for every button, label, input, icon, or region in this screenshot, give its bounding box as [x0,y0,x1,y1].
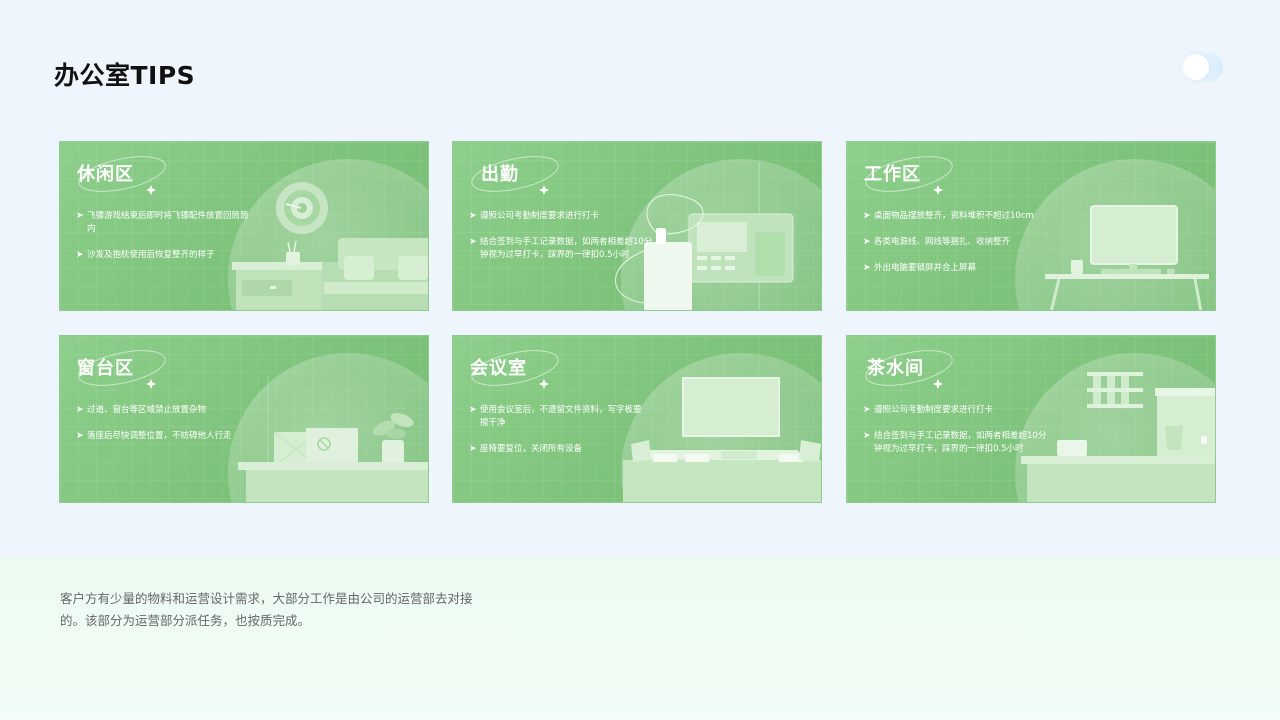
chevron-right-icon: ➤ [469,211,477,221]
tip-text: 遵照公司考勤制度要求进行打卡 [480,211,600,221]
keyboard-icon [1101,269,1161,274]
tissue-box-icon [1057,440,1087,456]
whiteboard-icon [682,377,780,437]
tip-list: ➤ 过道、窗台等区域禁止放置杂物 ➤ 落座后尽快调整位置，不妨碍他人行走 [76,404,260,456]
chevron-right-icon: ➤ [863,237,871,247]
tips-card-grid: 休闲区 ➤ 飞镖游戏结束后即时将飞镖配件放置回筒筒内 ➤ 沙发及抱枕使用后恢复整齐的… [0,0,1280,560]
list-item: ➤ 遵照公司考勤制度要求进行打卡 [863,404,1047,417]
chevron-right-icon: ➤ [76,211,84,221]
desk-icon [1045,274,1209,310]
chair-icon [799,440,821,462]
card-lounge: 休闲区 ➤ 飞镖游戏结束后即时将飞镖配件放置回筒筒内 ➤ 沙发及抱枕使用后恢复整齐的… [59,141,429,311]
list-item: ➤ 外出电脑要锁屏并合上屏幕 [863,262,1063,275]
card-title: 会议室 [470,358,527,379]
chevron-right-icon: ➤ [76,405,84,415]
list-item: ➤ 飞镖游戏结束后即时将飞镖配件放置回筒筒内 [76,210,256,236]
monitor-icon [1090,205,1178,276]
footer-band [0,557,1280,720]
tip-list: ➤ 使用会议室后，不遗留文件资料，写字板要擦干净 ➤ 座椅要复位，关闭所有设备 [469,404,649,469]
tip-text: 结合签到与手工记录数据，如两者相差超10分钟视为过早打卡，踩界的一律扣0.5小时 [874,431,1047,454]
tip-text: 沙发及抱枕使用后恢复整齐的样子 [87,250,215,260]
chevron-right-icon: ➤ [76,431,84,441]
chevron-right-icon: ➤ [863,405,871,415]
list-item: ➤ 沙发及抱枕使用后恢复整齐的样子 [76,249,256,262]
coffee-machine-icon [1155,388,1215,462]
card-workspace: 工作区 ➤ 桌面物品摆放整齐，资料堆积不超过10cm ➤ 各类电源线、网线等捆扎、收… [846,141,1216,311]
list-item: ➤ 结合签到与手工记录数据，如两者相差超10分钟视为过早打卡，踩界的一律扣0.5小… [469,236,653,262]
chevron-right-icon: ➤ [863,211,871,221]
list-item: ➤ 落座后尽快调整位置，不妨碍他人行走 [76,430,260,443]
tip-text: 过道、窗台等区域禁止放置杂物 [87,405,207,415]
chevron-right-icon: ➤ [76,250,84,260]
tip-text: 各类电源线、网线等捆扎、收纳整齐 [874,237,1011,247]
pantry-counter-icon [1021,456,1215,502]
list-item: ➤ 结合签到与手工记录数据，如两者相差超10分钟视为过早打卡，踩界的一律扣0.5小… [863,430,1047,456]
card-title: 茶水间 [867,358,924,379]
chevron-right-icon: ➤ [863,263,871,273]
tip-text: 结合签到与手工记录数据，如两者相差超10分钟视为过早打卡，踩界的一律扣0.5小时 [480,237,653,260]
list-item: ➤ 遵照公司考勤制度要求进行打卡 [469,210,653,223]
tip-list: ➤ 遵照公司考勤制度要求进行打卡 ➤ 结合签到与手工记录数据，如两者相差超10分钟视… [469,210,653,275]
dartboard-icon [276,182,328,234]
pen-cup-icon [286,240,300,265]
mug-icon [1071,260,1083,274]
card-pantry: 茶水间 ➤ 遵照公司考勤制度要求进行打卡 ➤ 结合签到与手工记录数据，如两者相差超1… [846,335,1216,503]
card-title: 工作区 [864,164,921,185]
list-item: ➤ 过道、窗台等区域禁止放置杂物 [76,404,260,417]
tip-text: 桌面物品摆放整齐，资料堆积不超过10cm [874,211,1034,221]
sill-counter-icon [238,462,428,502]
chevron-right-icon: ➤ [469,444,477,454]
card-title: 出勤 [481,164,519,185]
tip-list: ➤ 飞镖游戏结束后即时将飞镖配件放置回筒筒内 ➤ 沙发及抱枕使用后恢复整齐的样子 [76,210,256,275]
tip-text: 落座后尽快调整位置，不妨碍他人行走 [87,431,232,441]
list-item: ➤ 使用会议室后，不遗留文件资料，写字板要擦干净 [469,404,649,430]
list-item: ➤ 各类电源线、网线等捆扎、收纳整齐 [863,236,1063,249]
card-meeting-room: 会议室 ➤ 使用会议室后，不遗留文件资料，写字板要擦干净 ➤ 座椅要复位，关闭所有设… [452,335,822,503]
tip-text: 飞镖游戏结束后即时将飞镖配件放置回筒筒内 [87,211,249,234]
card-title: 窗台区 [77,358,134,379]
tip-text: 外出电脑要锁屏并合上屏幕 [874,263,977,273]
card-attendance: 出勤 ➤ 遵照公司考勤制度要求进行打卡 ➤ 结合签到与手工记录数据，如两者相差超10… [452,141,822,311]
tip-list: ➤ 遵照公司考勤制度要求进行打卡 ➤ 结合签到与手工记录数据，如两者相差超10分钟视… [863,404,1047,469]
potted-plant-icon [372,413,414,464]
sofa-icon [322,238,428,310]
chevron-right-icon: ➤ [469,405,477,415]
time-clock-icon [688,213,794,283]
list-item: ➤ 桌面物品摆放整齐，资料堆积不超过10cm [863,210,1063,223]
chevron-right-icon: ➤ [863,431,871,441]
chevron-right-icon: ➤ [469,237,477,247]
box-icon [273,428,358,467]
mouse-icon [1167,269,1175,274]
cup-shelf-icon [1087,372,1143,408]
tip-text: 使用会议室后，不遗留文件资料，写字板要擦干净 [480,405,642,428]
card-title: 休闲区 [77,164,134,185]
card-windowsill: 窗台区 ➤ 过道、窗台等区域禁止放置杂物 ➤ 落座后尽快调整位置，不妨碍他人行走 [59,335,429,503]
footer-description: 客户方有少量的物料和运营设计需求，大部分工作是由公司的运营部去对接的。该部分为运… [60,591,473,628]
list-item: ➤ 座椅要复位，关闭所有设备 [469,443,649,456]
tip-list: ➤ 桌面物品摆放整齐，资料堆积不超过10cm ➤ 各类电源线、网线等捆扎、收纳整齐 … [863,210,1063,288]
tip-text: 座椅要复位，关闭所有设备 [480,444,583,454]
meeting-table-icon [623,450,821,502]
tip-text: 遵照公司考勤制度要求进行打卡 [874,405,994,415]
